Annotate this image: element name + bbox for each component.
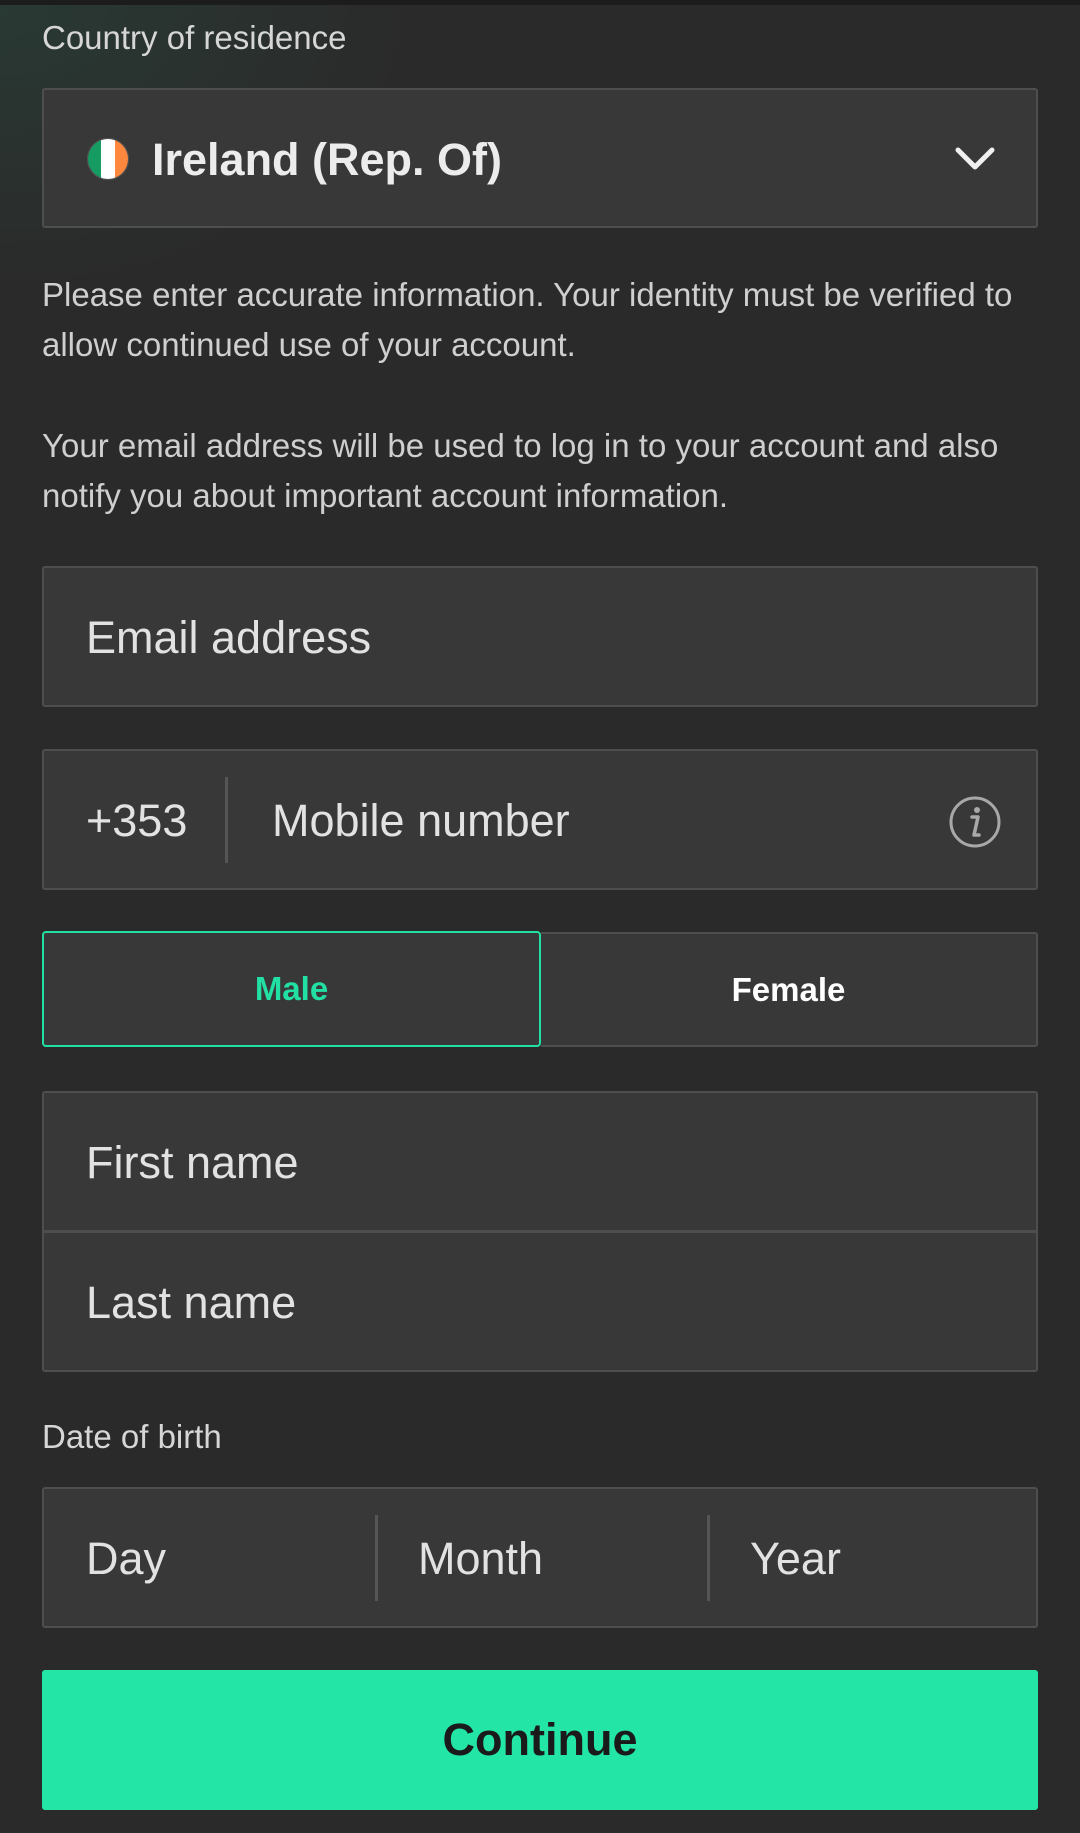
continue-button[interactable]: Continue: [42, 1670, 1038, 1810]
prefix-divider: [225, 777, 228, 863]
dob-day-placeholder: Day: [86, 1533, 167, 1584]
mobile-placeholder: Mobile number: [272, 795, 570, 846]
first-name-placeholder: First name: [86, 1137, 299, 1188]
gender-male-button[interactable]: Male: [42, 931, 541, 1047]
country-selected-value: Ireland (Rep. Of): [152, 134, 503, 185]
country-select[interactable]: Ireland (Rep. Of): [42, 88, 1038, 228]
top-edge: [0, 0, 1080, 5]
dob-year-field[interactable]: Year: [710, 1489, 1036, 1626]
email-notice: Your email address will be used to log i…: [42, 427, 999, 514]
chevron-down-icon: [955, 147, 995, 170]
gender-female-button[interactable]: Female: [541, 932, 1038, 1047]
dob-month-field[interactable]: Month: [378, 1489, 709, 1626]
mobile-field[interactable]: +353 Mobile number: [42, 749, 1038, 890]
identity-notice: Please enter accurate information. Your …: [42, 276, 1013, 363]
dob-year-placeholder: Year: [750, 1533, 841, 1584]
info-icon[interactable]: [948, 795, 1002, 849]
country-label: Country of residence: [42, 19, 347, 56]
email-placeholder: Email address: [86, 612, 372, 663]
email-field[interactable]: Email address: [42, 566, 1038, 707]
dob-label: Date of birth: [42, 1418, 222, 1455]
last-name-field[interactable]: Last name: [42, 1231, 1038, 1372]
phone-prefix[interactable]: +353: [86, 795, 187, 847]
last-name-placeholder: Last name: [86, 1277, 297, 1328]
dob-month-placeholder: Month: [418, 1533, 544, 1584]
ireland-flag-icon: [87, 138, 129, 180]
dob-field-group: Day Month Year: [42, 1487, 1038, 1628]
first-name-field[interactable]: First name: [42, 1091, 1038, 1232]
dob-day-field[interactable]: Day: [44, 1489, 376, 1626]
